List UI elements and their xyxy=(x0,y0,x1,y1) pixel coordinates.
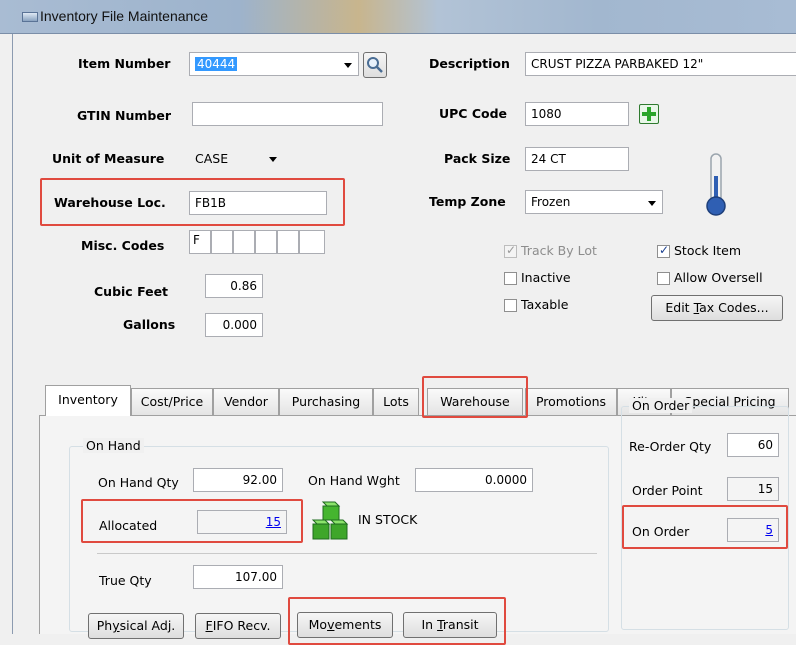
edit-tax-codes-button[interactable]: Edit Tax Codes... xyxy=(651,295,783,321)
fifo-recv-button[interactable]: FIFO Recv. xyxy=(195,613,281,639)
on-hand-wght-label: On Hand Wght xyxy=(308,473,400,488)
chevron-down-icon[interactable] xyxy=(648,201,656,206)
pack-size-input[interactable]: 24 CT xyxy=(525,147,629,171)
on-order-label: On Order xyxy=(632,524,690,539)
allocated-label: Allocated xyxy=(99,518,158,533)
stock-item-checkbox[interactable] xyxy=(657,243,670,258)
cubic-feet-label: Cubic Feet xyxy=(94,284,169,299)
track-by-lot-label: Track By Lot xyxy=(521,243,597,258)
taxable-label: Taxable xyxy=(521,297,569,312)
tab-lots[interactable]: Lots xyxy=(373,388,419,415)
divider xyxy=(97,553,597,554)
on-order-title: On Order xyxy=(629,398,693,413)
order-point-input[interactable]: 15 xyxy=(727,477,779,501)
stock-status: IN STOCK xyxy=(358,512,418,527)
search-icon xyxy=(367,57,383,73)
true-qty-input[interactable]: 107.00 xyxy=(193,565,283,589)
allocated-field[interactable]: 15 xyxy=(197,510,287,534)
order-point-label: Order Point xyxy=(632,483,703,498)
add-upc-button[interactable] xyxy=(639,104,659,124)
description-input[interactable]: CRUST PIZZA PARBAKED 12" xyxy=(525,52,796,76)
on-hand-qty-input[interactable]: 92.00 xyxy=(193,468,283,492)
chevron-down-icon[interactable] xyxy=(344,63,352,68)
misc-codes-label: Misc. Codes xyxy=(81,238,165,253)
app-icon xyxy=(22,12,38,22)
tab-promotions[interactable]: Promotions xyxy=(525,388,617,415)
allow-oversell-checkbox[interactable] xyxy=(657,272,670,285)
unit-of-measure-label: Unit of Measure xyxy=(52,151,165,166)
gtin-number-input[interactable] xyxy=(192,102,383,126)
cubic-feet-input[interactable]: 0.86 xyxy=(205,274,263,298)
warehouse-tab-highlight xyxy=(422,376,528,418)
thermometer-icon xyxy=(706,153,726,216)
warehouse-loc-label: Warehouse Loc. xyxy=(54,195,166,210)
taxable-checkbox[interactable] xyxy=(504,299,517,312)
on-hand-qty-label: On Hand Qty xyxy=(98,475,179,490)
on-order-field[interactable]: 5 xyxy=(727,518,779,542)
description-label: Description xyxy=(429,56,510,71)
fifo-recv-accel: F xyxy=(205,618,213,633)
item-number-value: 40444 xyxy=(195,57,238,71)
gtin-number-label: GTIN Number xyxy=(77,108,172,123)
fifo-recv-text-2: IFO Recv. xyxy=(212,618,271,633)
title-bar: Inventory File Maintenance xyxy=(0,0,796,34)
physical-adj-accel: y xyxy=(112,618,120,633)
inactive-checkbox[interactable] xyxy=(504,272,517,285)
on-hand-wght-input[interactable]: 0.0000 xyxy=(415,468,533,492)
window-title: Inventory File Maintenance xyxy=(40,8,209,24)
true-qty-label: True Qty xyxy=(99,573,152,588)
in-transit-text-1: In xyxy=(421,617,438,632)
temp-zone-value: Frozen xyxy=(531,195,571,209)
physical-adj-text-1: Ph xyxy=(96,618,113,633)
on-order-link[interactable]: 5 xyxy=(765,523,773,537)
physical-adj-button[interactable]: Physical Adj. xyxy=(88,613,184,639)
temp-zone-select[interactable]: Frozen xyxy=(525,190,663,214)
item-number-combo[interactable]: 40444 xyxy=(189,52,359,76)
tab-cost-price[interactable]: Cost/Price xyxy=(131,388,213,415)
in-transit-button[interactable]: In Transit xyxy=(403,612,497,638)
window-body: Item Number 40444 GTIN Number Unit of Me… xyxy=(12,34,796,645)
track-by-lot-checkbox[interactable] xyxy=(504,243,517,258)
upc-code-label: UPC Code xyxy=(439,106,508,121)
misc-code-5[interactable] xyxy=(277,230,299,254)
misc-code-3[interactable] xyxy=(233,230,255,254)
misc-code-1[interactable]: F xyxy=(189,230,211,254)
pack-size-label: Pack Size xyxy=(444,151,511,166)
misc-code-6[interactable] xyxy=(299,230,325,254)
tab-inventory[interactable]: Inventory xyxy=(45,385,131,416)
stock-item-label: Stock Item xyxy=(674,243,742,258)
item-number-label: Item Number xyxy=(78,56,171,71)
temp-zone-label: Temp Zone xyxy=(429,194,506,209)
reorder-qty-input[interactable]: 60 xyxy=(727,433,779,457)
warehouse-loc-input[interactable]: FB1B xyxy=(189,191,327,215)
search-button[interactable] xyxy=(363,52,387,78)
movements-text-2: ements xyxy=(334,617,382,632)
gallons-label: Gallons xyxy=(123,317,176,332)
movements-button[interactable]: Movements xyxy=(297,612,393,638)
inactive-label: Inactive xyxy=(521,270,571,285)
allow-oversell-label: Allow Oversell xyxy=(674,270,763,285)
tab-vendor[interactable]: Vendor xyxy=(213,388,279,415)
allocated-link[interactable]: 15 xyxy=(266,515,281,529)
reorder-qty-label: Re-Order Qty xyxy=(629,439,712,454)
stock-boxes-icon xyxy=(311,501,349,540)
on-hand-title: On Hand xyxy=(83,438,144,453)
edit-tax-codes-text-2: ax Codes... xyxy=(699,300,769,315)
movements-text-1: Mo xyxy=(308,617,328,632)
in-transit-text-2: ransit xyxy=(442,617,479,632)
misc-code-4[interactable] xyxy=(255,230,277,254)
tab-purchasing[interactable]: Purchasing xyxy=(279,388,373,415)
add-icon xyxy=(642,107,656,121)
misc-code-2[interactable] xyxy=(211,230,233,254)
chevron-down-icon[interactable] xyxy=(269,157,277,162)
physical-adj-text-2: sical Adj. xyxy=(119,618,176,633)
edit-tax-codes-text-1: Edit xyxy=(665,300,694,315)
gallons-input[interactable]: 0.000 xyxy=(205,313,263,337)
upc-code-input[interactable]: 1080 xyxy=(525,102,629,126)
unit-of-measure-value[interactable]: CASE xyxy=(195,151,228,166)
